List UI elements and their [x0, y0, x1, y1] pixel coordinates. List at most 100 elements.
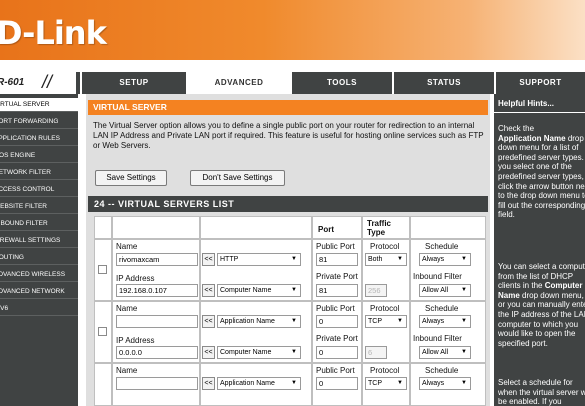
- row1-name-input[interactable]: rivomaxcam: [116, 253, 198, 266]
- row3-application-select[interactable]: Application Name ▼: [217, 377, 301, 390]
- top-nav: R-601 // SETUP ADVANCED TOOLS STATUS SUP…: [0, 72, 585, 96]
- hints-divider: [494, 112, 585, 113]
- row3-name-input[interactable]: [116, 377, 198, 390]
- row1-computer-select[interactable]: Computer Name ▼: [217, 284, 301, 297]
- row2-name-input[interactable]: [116, 315, 198, 328]
- row1-schedule-select[interactable]: Always ▼: [419, 253, 471, 266]
- row1-schedule-value: Always: [422, 256, 445, 263]
- tab-support[interactable]: SUPPORT: [494, 72, 585, 94]
- sidebar-item-qos-engine[interactable]: QOS ENGINE: [0, 149, 78, 163]
- tab-advanced[interactable]: ADVANCED: [186, 72, 290, 96]
- chevron-down-icon: ▼: [291, 287, 297, 293]
- row1-ip-input[interactable]: 192.168.0.107: [116, 284, 198, 297]
- sidebar-item-website-filter[interactable]: WEBSITE FILTER: [0, 200, 78, 214]
- sidebar-item-advanced-wireless[interactable]: ADVANCED WIRELESS: [0, 268, 78, 282]
- row1-app-copy-button[interactable]: <<: [202, 253, 215, 266]
- row1-application-select[interactable]: HTTP ▼: [217, 253, 301, 266]
- row1-computer-value: Computer Name: [220, 287, 272, 294]
- ip-address-label: IP Address: [116, 274, 155, 283]
- row1-private-port-input[interactable]: 81: [316, 284, 358, 297]
- sidebar: VIRTUAL SERVER PORT FORWARDING APPLICATI…: [0, 94, 78, 406]
- name-label: Name: [116, 242, 138, 251]
- row3-application-value: Application Name: [220, 380, 275, 387]
- chevron-down-icon: ▼: [461, 380, 467, 386]
- save-settings-button[interactable]: Save Settings: [95, 170, 167, 186]
- chevron-down-icon: ▼: [461, 318, 467, 324]
- schedule-label: Schedule: [425, 304, 459, 313]
- port-header: Port: [318, 225, 334, 234]
- chevron-down-icon: ▼: [397, 256, 403, 262]
- header-banner: D-Link: [0, 0, 585, 60]
- hint-application-name: Check the Application Name drop down men…: [498, 124, 585, 220]
- helpful-hints-panel: Helpful Hints... Check the Application N…: [494, 94, 585, 406]
- chevron-down-icon: ▼: [291, 349, 297, 355]
- tab-tools[interactable]: TOOLS: [290, 72, 392, 94]
- sidebar-item-port-forwarding[interactable]: PORT FORWARDING: [0, 115, 78, 129]
- inbound-filter-label: Inbound Filter: [413, 334, 462, 343]
- hint-bold: Application Name: [498, 133, 566, 143]
- row3-schedule-select[interactable]: Always ▼: [419, 377, 471, 390]
- public-port-label: Public Port: [316, 366, 355, 375]
- row3-protocol-value: TCP: [368, 380, 382, 387]
- hint-computer-name: You can select a computer from the list …: [498, 262, 585, 348]
- row1-computer-copy-button[interactable]: <<: [202, 284, 215, 297]
- sidebar-item-advanced-network[interactable]: ADVANCED NETWORK: [0, 285, 78, 299]
- sidebar-item-application-rules[interactable]: APPLICATION RULES: [0, 132, 78, 146]
- row2-public-port-input[interactable]: 0: [316, 315, 358, 328]
- row1-enable-checkbox[interactable]: [98, 265, 107, 274]
- dlink-logo: D-Link: [0, 14, 107, 52]
- chevron-down-icon: ▼: [291, 256, 297, 262]
- tab-status[interactable]: STATUS: [392, 72, 494, 94]
- dont-save-settings-button[interactable]: Don't Save Settings: [190, 170, 285, 186]
- row2-protocol-select[interactable]: TCP ▼: [365, 315, 407, 328]
- row2-computer-select[interactable]: Computer Name ▼: [217, 346, 301, 359]
- row2-computer-copy-button[interactable]: <<: [202, 346, 215, 359]
- sidebar-item-virtual-server[interactable]: VIRTUAL SERVER: [0, 98, 78, 112]
- model-badge: R-601 //: [0, 72, 78, 94]
- ip-address-label: IP Address: [116, 336, 155, 345]
- sidebar-item-network-filter[interactable]: NETWORK FILTER: [0, 166, 78, 180]
- virtual-servers-list-title: 24 -- VIRTUAL SERVERS LIST: [88, 196, 488, 212]
- row1-inbound-select[interactable]: Allow All ▼: [419, 284, 471, 297]
- row2-private-port-input[interactable]: 0: [316, 346, 358, 359]
- public-port-label: Public Port: [316, 242, 355, 251]
- chevron-down-icon: ▼: [461, 256, 467, 262]
- row3-app-copy-button[interactable]: <<: [202, 377, 215, 390]
- schedule-label: Schedule: [425, 366, 459, 375]
- virtual-servers-table: Port Traffic Type Name rivomaxcam IP Add…: [94, 216, 486, 406]
- row1-protocol-select[interactable]: Both ▼: [365, 253, 407, 266]
- row2-application-value: Application Name: [220, 318, 275, 325]
- main-content: VIRTUAL SERVER The Virtual Server option…: [86, 94, 490, 406]
- table-header-cell: [94, 216, 112, 239]
- row2-enable-checkbox[interactable]: [98, 327, 107, 336]
- sidebar-item-ipv6[interactable]: IPV6: [0, 302, 78, 316]
- protocol-label: Protocol: [370, 304, 400, 313]
- private-port-label: Private Port: [316, 334, 358, 343]
- chevron-down-icon: ▼: [397, 318, 403, 324]
- row-checkbox-cell: [94, 363, 112, 406]
- row1-public-port-input[interactable]: 81: [316, 253, 358, 266]
- row3-protocol-select[interactable]: TCP ▼: [365, 377, 407, 390]
- row2-application-select[interactable]: Application Name ▼: [217, 315, 301, 328]
- row2-inbound-select[interactable]: Allow All ▼: [419, 346, 471, 359]
- slashes-decoration: //: [42, 72, 53, 92]
- tab-setup[interactable]: SETUP: [80, 72, 186, 94]
- row2-schedule-select[interactable]: Always ▼: [419, 315, 471, 328]
- table-header-cell: [112, 216, 200, 239]
- chevron-down-icon: ▼: [461, 349, 467, 355]
- sidebar-item-firewall-settings[interactable]: FIREWALL SETTINGS: [0, 234, 78, 248]
- table-header-cell: [410, 216, 486, 239]
- sidebar-item-access-control[interactable]: ACCESS CONTROL: [0, 183, 78, 197]
- row2-computer-value: Computer Name: [220, 349, 272, 356]
- row2-app-copy-button[interactable]: <<: [202, 315, 215, 328]
- row3-public-port-input[interactable]: 0: [316, 377, 358, 390]
- hint-schedule: Select a schedule for when the virtual s…: [498, 378, 585, 406]
- name-label: Name: [116, 304, 138, 313]
- sidebar-item-routing[interactable]: ROUTING: [0, 251, 78, 265]
- row1-protocol-value: Both: [368, 256, 383, 263]
- chevron-down-icon: ▼: [397, 380, 403, 386]
- sidebar-item-inbound-filter[interactable]: INBOUND FILTER: [0, 217, 78, 231]
- inbound-filter-label: Inbound Filter: [413, 272, 462, 281]
- row2-ip-input[interactable]: 0.0.0.0: [116, 346, 198, 359]
- row2-schedule-value: Always: [422, 318, 445, 325]
